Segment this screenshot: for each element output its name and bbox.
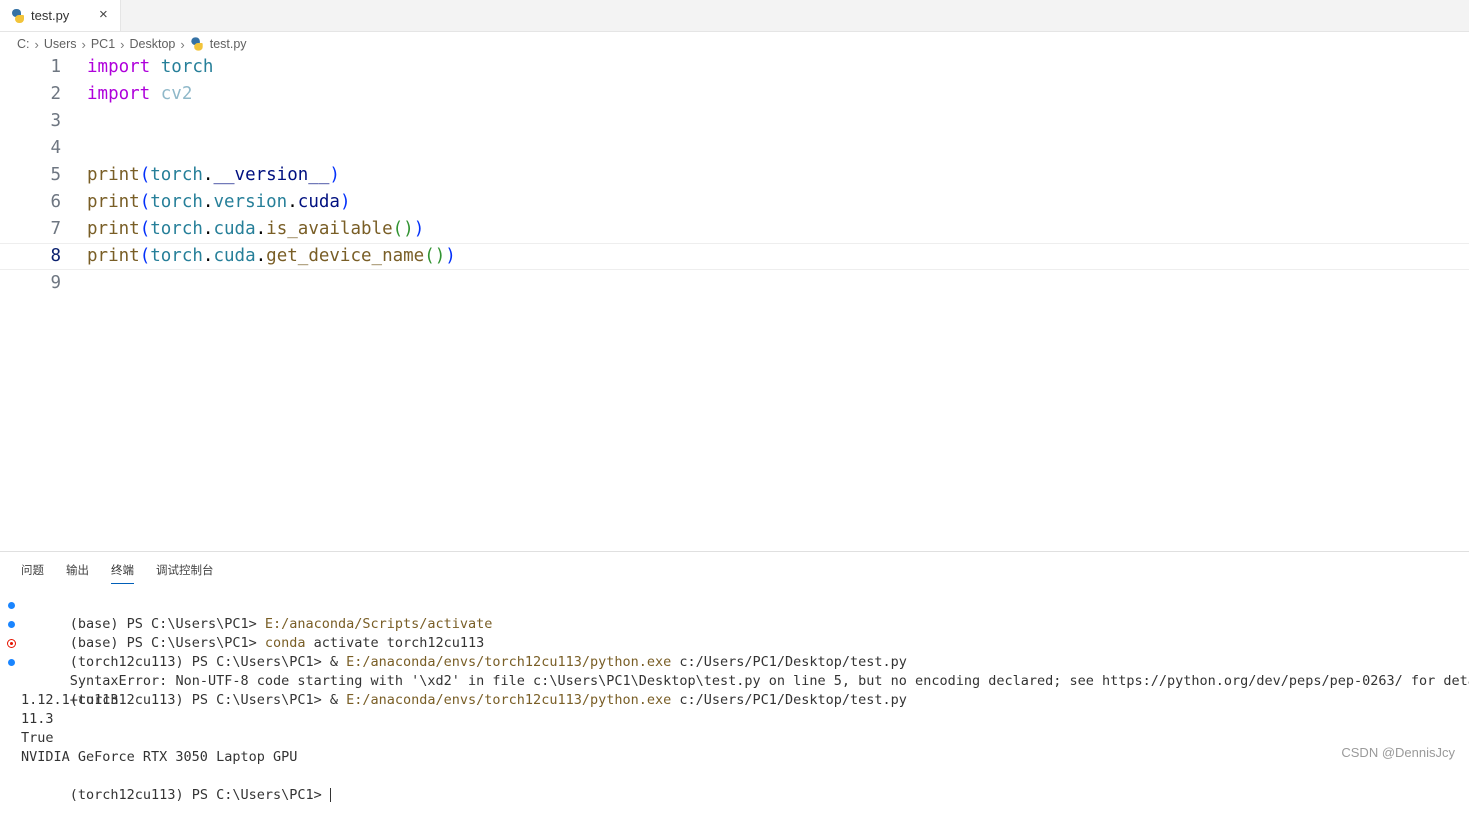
chevron-right-icon: › xyxy=(180,36,185,52)
code-line[interactable]: 6 print(torch.version.cuda) xyxy=(0,189,1469,216)
line-number: 1 xyxy=(50,57,61,77)
terminal-line: (base) PS C:\Users\PC1> E:/anaconda/Scri… xyxy=(0,596,1469,632)
line-number: 6 xyxy=(50,192,61,212)
code-line[interactable]: 5 print(torch.__version__) xyxy=(0,162,1469,189)
tab-terminal[interactable]: 终端 xyxy=(111,563,134,584)
editor-tab-bar: test.py × xyxy=(0,0,1469,32)
code-text: import torch xyxy=(87,57,214,77)
breadcrumb-item-desktop[interactable]: Desktop xyxy=(130,37,176,51)
terminal-prompt-line[interactable]: (torch12cu113) PS C:\Users\PC1> xyxy=(0,767,1469,803)
breadcrumb: C: › Users › PC1 › Desktop › test.py xyxy=(17,35,247,53)
code-line[interactable]: 2 import cv2 xyxy=(0,81,1469,108)
tab-debug-console[interactable]: 调试控制台 xyxy=(156,563,214,583)
breadcrumb-item-users[interactable]: Users xyxy=(44,37,77,51)
code-text: print(torch.cuda.get_device_name()) xyxy=(87,246,456,266)
terminal-line: (torch12cu113) PS C:\Users\PC1> & E:/ana… xyxy=(0,634,1469,670)
command-success-icon[interactable] xyxy=(8,659,15,666)
code-text: print(torch.__version__) xyxy=(87,165,340,185)
line-number: 4 xyxy=(50,138,61,158)
command-success-icon[interactable] xyxy=(8,602,15,609)
tab-label: test.py xyxy=(31,8,70,23)
terminal-line: SyntaxError: Non-UTF-8 code starting wit… xyxy=(0,653,1469,689)
tab-problems[interactable]: 问题 xyxy=(21,563,44,583)
breadcrumb-item-pc1[interactable]: PC1 xyxy=(91,37,115,51)
command-error-icon[interactable] xyxy=(7,639,16,648)
panel-tabs: 问题 输出 终端 调试控制台 xyxy=(21,563,236,584)
chevron-right-icon: › xyxy=(120,36,125,52)
terminal-line: True xyxy=(21,730,54,746)
code-line[interactable]: 4 xyxy=(0,135,1469,162)
line-number: 8 xyxy=(50,246,61,266)
chevron-right-icon: › xyxy=(81,36,86,52)
terminal-cursor xyxy=(329,788,331,802)
chevron-right-icon: › xyxy=(34,36,39,52)
code-editor[interactable]: 1 import torch 2 import cv2 3 4 5 print(… xyxy=(0,54,1469,550)
terminal-output[interactable]: (base) PS C:\Users\PC1> E:/anaconda/Scri… xyxy=(0,596,1469,803)
python-file-icon xyxy=(11,8,25,23)
terminal-line: NVIDIA GeForce RTX 3050 Laptop GPU xyxy=(21,749,298,765)
code-text: print(torch.cuda.is_available()) xyxy=(87,219,425,239)
code-line-current[interactable]: 8 print(torch.cuda.get_device_name()) xyxy=(0,243,1469,270)
code-line[interactable]: 3 xyxy=(0,108,1469,135)
line-number: 2 xyxy=(50,84,61,104)
line-number: 3 xyxy=(50,111,61,131)
terminal-line: 1.12.1+cu113 xyxy=(21,692,119,708)
line-number: 5 xyxy=(50,165,61,185)
tab-output[interactable]: 输出 xyxy=(66,563,89,583)
breadcrumb-item-drive[interactable]: C: xyxy=(17,37,30,51)
code-text: import cv2 xyxy=(87,84,193,104)
line-number: 7 xyxy=(50,219,61,239)
terminal-line: 11.3 xyxy=(21,711,54,727)
watermark: CSDN @DennisJcy xyxy=(1341,745,1455,760)
terminal-line: (base) PS C:\Users\PC1> conda activate t… xyxy=(0,615,1469,651)
close-icon[interactable]: × xyxy=(99,6,108,24)
code-text: print(torch.version.cuda) xyxy=(87,192,351,212)
python-file-icon xyxy=(190,37,203,51)
code-line[interactable]: 7 print(torch.cuda.is_available()) xyxy=(0,216,1469,243)
command-success-icon[interactable] xyxy=(8,621,15,628)
breadcrumb-item-file[interactable]: test.py xyxy=(210,37,247,51)
terminal-line: (torch12cu113) PS C:\Users\PC1> & E:/ana… xyxy=(69,692,907,708)
bottom-panel: 问题 输出 终端 调试控制台 (base) PS C:\Users\PC1> E… xyxy=(0,551,1469,803)
code-line[interactable]: 1 import torch xyxy=(0,54,1469,81)
tab-test-py[interactable]: test.py × xyxy=(0,0,121,31)
code-line[interactable]: 9 xyxy=(0,270,1469,297)
line-number: 9 xyxy=(50,273,61,293)
